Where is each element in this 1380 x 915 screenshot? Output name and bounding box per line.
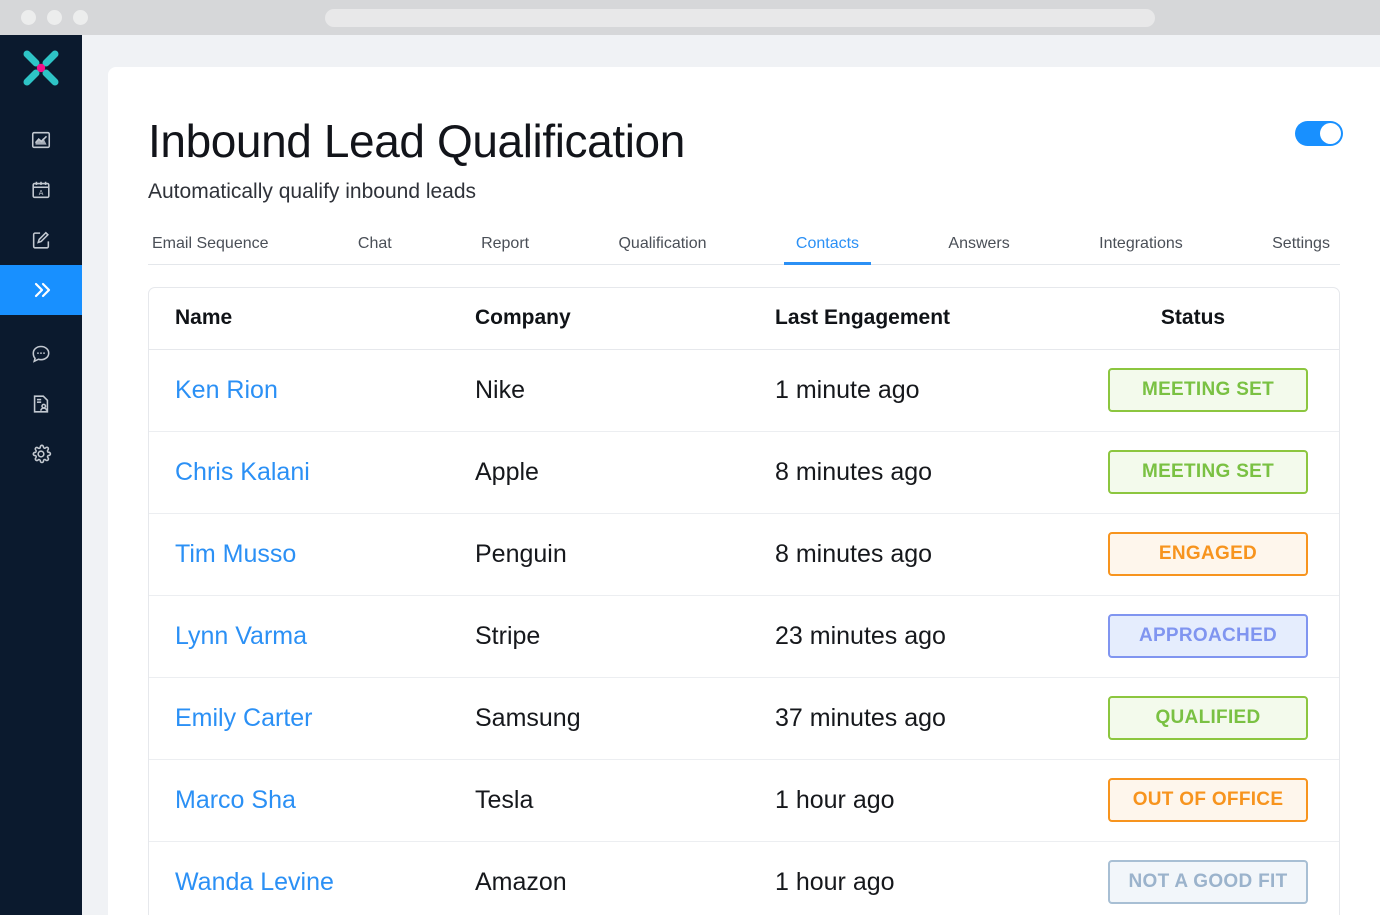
page-title: Inbound Lead Qualification [148,115,1340,168]
page-header: Inbound Lead Qualification Automatically… [108,67,1380,204]
minimize-window-button[interactable] [47,10,62,25]
contact-name-link[interactable]: Marco Sha [175,786,296,814]
company-cell: Tesla [449,786,749,815]
status-cell: NOT A GOOD FIT [1079,860,1337,904]
status-cell: APPROACHED [1079,614,1337,658]
engagement-cell: 1 minute ago [749,376,1079,405]
contact-name-cell: Emily Carter [149,704,449,733]
table-row[interactable]: Ken Rion Nike 1 minute ago MEETING SET [149,350,1339,432]
calendar-icon: A [30,179,52,201]
company-cell: Apple [449,458,749,487]
main-content: Inbound Lead Qualification Automatically… [108,67,1380,915]
column-header-engagement: Last Engagement [749,306,1079,330]
contact-name-cell: Marco Sha [149,786,449,815]
status-badge: APPROACHED [1108,614,1308,658]
status-badge: NOT A GOOD FIT [1108,860,1308,904]
sidebar-item-chat[interactable] [0,329,82,379]
contact-name-link[interactable]: Chris Kalani [175,458,310,486]
status-cell: OUT OF OFFICE [1079,778,1337,822]
tab-contacts[interactable]: Contacts [796,235,859,264]
contact-name-cell: Ken Rion [149,376,449,405]
tab-report[interactable]: Report [481,235,529,264]
status-badge: MEETING SET [1108,368,1308,412]
sidebar-item-analytics[interactable] [0,115,82,165]
contact-name-link[interactable]: Tim Musso [175,540,296,568]
engagement-cell: 8 minutes ago [749,540,1079,569]
contact-name-cell: Tim Musso [149,540,449,569]
tab-answers[interactable]: Answers [948,235,1009,264]
sidebar-item-compose[interactable] [0,215,82,265]
contact-name-cell: Lynn Varma [149,622,449,651]
engagement-cell: 37 minutes ago [749,704,1079,733]
window-controls [21,10,88,25]
status-badge: OUT OF OFFICE [1108,778,1308,822]
tab-email-sequence[interactable]: Email Sequence [152,235,269,264]
compose-edit-icon [30,229,52,251]
company-cell: Nike [449,376,749,405]
svg-text:A: A [39,190,44,197]
column-header-company: Company [449,306,749,330]
x-logo [0,35,82,101]
sidebar-item-calendar[interactable]: A [0,165,82,215]
contact-name-link[interactable]: Ken Rion [175,376,278,404]
gear-icon [30,443,52,465]
status-cell: QUALIFIED [1079,696,1337,740]
status-cell: MEETING SET [1079,368,1337,412]
contacts-table: Name Company Last Engagement Status Ken … [148,287,1340,915]
company-cell: Samsung [449,704,749,733]
sidebar-item-sequences[interactable] [0,265,82,315]
engagement-cell: 1 hour ago [749,786,1079,815]
table-row[interactable]: Wanda Levine Amazon 1 hour ago NOT A GOO… [149,842,1339,915]
sidebar-item-contacts[interactable] [0,379,82,429]
status-badge: MEETING SET [1108,450,1308,494]
status-cell: ENGAGED [1079,532,1337,576]
contact-name-link[interactable]: Emily Carter [175,704,313,732]
column-header-status: Status [1079,306,1337,330]
contact-name-cell: Wanda Levine [149,868,449,897]
status-badge: ENGAGED [1108,532,1308,576]
status-cell: MEETING SET [1079,450,1337,494]
double-chevron-right-icon [29,278,53,302]
company-cell: Stripe [449,622,749,651]
enable-workflow-toggle[interactable] [1295,121,1343,146]
sidebar-item-settings[interactable] [0,429,82,479]
column-header-name: Name [149,306,449,330]
toggle-knob [1320,123,1341,144]
analytics-chart-icon [30,129,52,151]
table-row[interactable]: Marco Sha Tesla 1 hour ago OUT OF OFFICE [149,760,1339,842]
chat-bubble-icon [30,343,52,365]
tab-settings[interactable]: Settings [1272,235,1330,264]
maximize-window-button[interactable] [73,10,88,25]
company-cell: Amazon [449,868,749,897]
browser-chrome [0,0,1380,35]
tab-bar: Email Sequence Chat Report Qualification… [148,226,1340,265]
table-row[interactable]: Lynn Varma Stripe 23 minutes ago APPROAC… [149,596,1339,678]
tab-qualification[interactable]: Qualification [618,235,706,264]
sidebar: A [0,35,82,915]
table-row[interactable]: Emily Carter Samsung 37 minutes ago QUAL… [149,678,1339,760]
close-window-button[interactable] [21,10,36,25]
contact-name-link[interactable]: Lynn Varma [175,622,307,650]
tab-integrations[interactable]: Integrations [1099,235,1183,264]
contact-name-cell: Chris Kalani [149,458,449,487]
contact-card-icon [30,393,52,415]
company-cell: Penguin [449,540,749,569]
table-header-row: Name Company Last Engagement Status [149,288,1339,350]
page-subtitle: Automatically qualify inbound leads [148,180,1340,204]
address-bar[interactable] [325,9,1155,27]
table-row[interactable]: Tim Musso Penguin 8 minutes ago ENGAGED [149,514,1339,596]
engagement-cell: 1 hour ago [749,868,1079,897]
table-row[interactable]: Chris Kalani Apple 8 minutes ago MEETING… [149,432,1339,514]
tab-chat[interactable]: Chat [358,235,392,264]
engagement-cell: 23 minutes ago [749,622,1079,651]
contact-name-link[interactable]: Wanda Levine [175,868,334,896]
app-window: A [0,35,1380,915]
status-badge: QUALIFIED [1108,696,1308,740]
engagement-cell: 8 minutes ago [749,458,1079,487]
